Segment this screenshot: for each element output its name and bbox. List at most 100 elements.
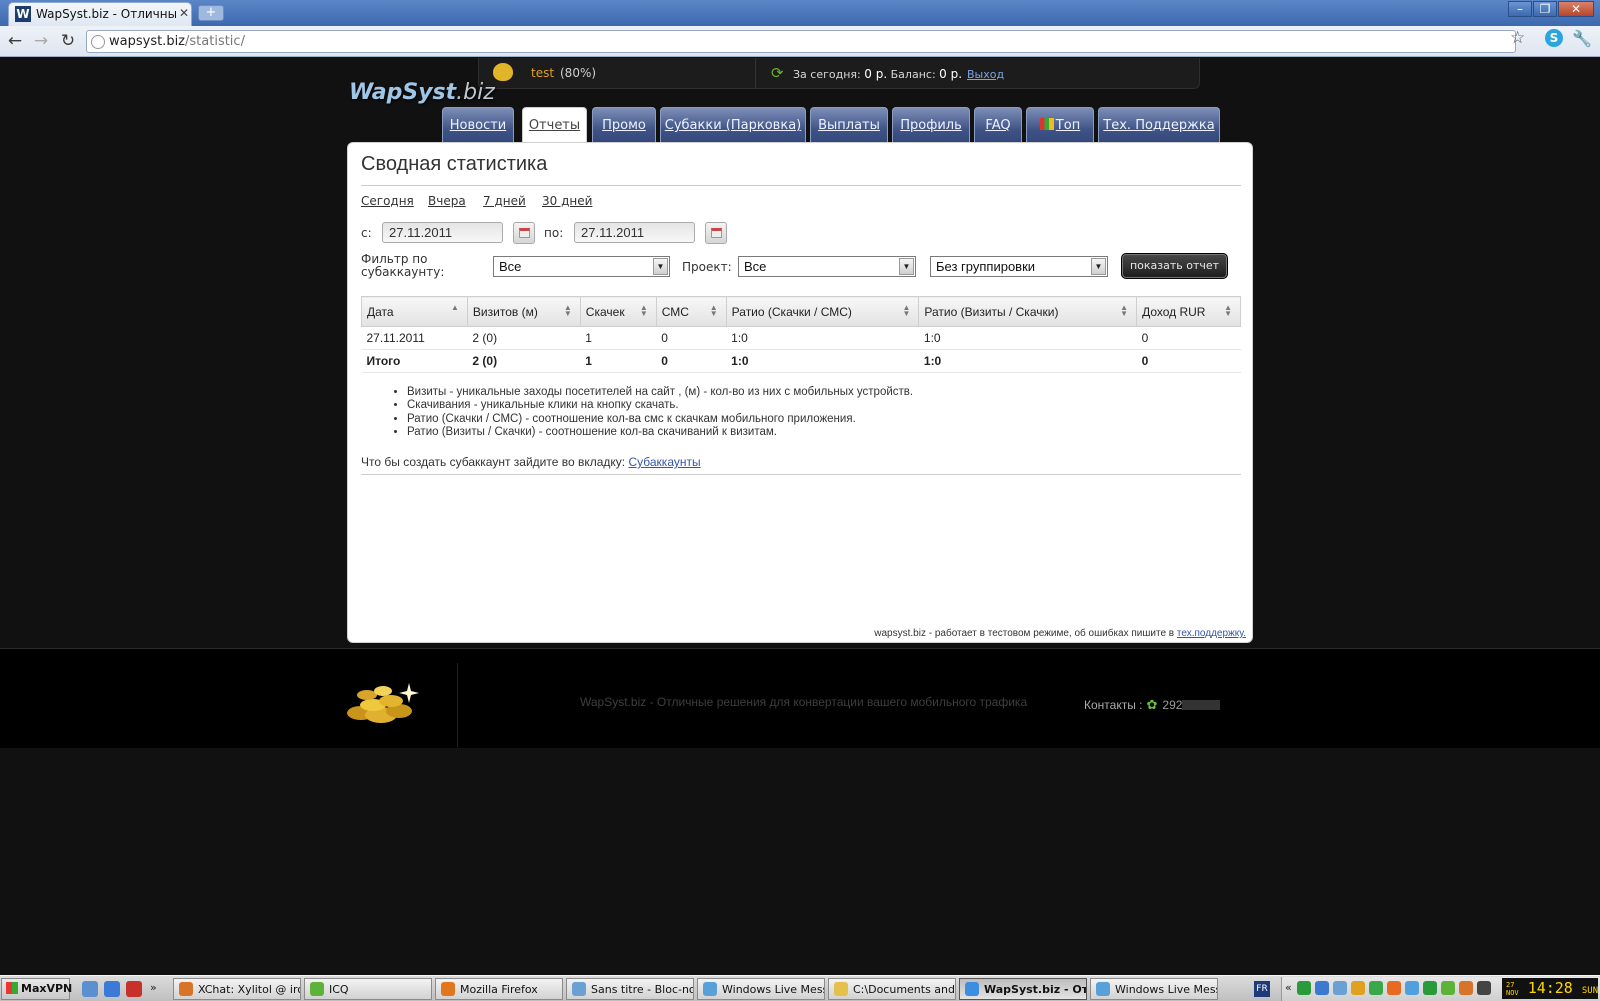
tray-skype-icon[interactable]: [1369, 981, 1383, 995]
total-income: 0: [1136, 349, 1241, 373]
tab-payouts[interactable]: Выплаты: [810, 107, 888, 144]
clock-day: 27: [1506, 980, 1515, 989]
task-label: Windows Live Mess...: [722, 983, 824, 996]
language-indicator[interactable]: FR: [1254, 981, 1270, 997]
to-calendar-button[interactable]: [705, 222, 727, 244]
tray-app-icon[interactable]: [1387, 981, 1401, 995]
header-label: Доход RUR: [1142, 304, 1206, 319]
taskbar-item[interactable]: XChat: Xylitol @ irc....: [173, 978, 301, 1000]
support-link[interactable]: тех.поддержку.: [1177, 628, 1246, 639]
userbar-divider: [755, 58, 756, 89]
browser-tab[interactable]: W WapSyst.biz - Отличные реш ✕: [8, 2, 192, 26]
close-window-button[interactable]: ✕: [1558, 1, 1594, 17]
subaccount-filter-select[interactable]: Все ▼: [493, 256, 670, 277]
tray-app-icon[interactable]: [1423, 981, 1437, 995]
tab-subaccounts[interactable]: Субакки (Парковка): [660, 107, 806, 144]
period-30days-link[interactable]: 30 дней: [542, 194, 592, 208]
column-header-sms[interactable]: СМС ▲ ▼: [655, 296, 727, 327]
tab-support[interactable]: Тех. Поддержка: [1098, 107, 1220, 144]
os-taskbar: MaxVPN » XChat: Xylitol @ irc.... ICQ Mo…: [0, 975, 1600, 1001]
tray-utorrent-icon[interactable]: [1297, 981, 1311, 995]
wrench-menu-icon[interactable]: 🔧: [1572, 29, 1592, 48]
from-date-input[interactable]: 27.11.2011: [382, 222, 503, 243]
tab-faq[interactable]: FAQ: [974, 107, 1022, 144]
sort-icon: ▲ ▼: [1120, 303, 1129, 318]
quicklaunch-filezilla-icon[interactable]: [126, 981, 142, 997]
tab-close-icon[interactable]: ✕: [179, 6, 189, 20]
taskbar-item[interactable]: Windows Live Mess...: [1090, 978, 1218, 1000]
taskbar-item[interactable]: C:\Documents and ...: [828, 978, 956, 1000]
user-info-bar: test (80%) ⟳ За сегодня: 0 р. Баланс: 0 …: [478, 58, 1200, 89]
sort-asc-icon: ▲: [451, 303, 459, 312]
task-label: WapSyst.biz - От...: [984, 983, 1087, 996]
chevron-down-icon: ▼: [1091, 258, 1106, 275]
sort-icon: ▲ ▼: [639, 303, 648, 318]
chevron-down-icon: ▼: [653, 258, 668, 275]
reload-icon[interactable]: ↻: [57, 31, 79, 53]
tab-promo[interactable]: Промо: [592, 107, 656, 144]
tray-app-icon[interactable]: [1477, 981, 1491, 995]
to-date-input[interactable]: 27.11.2011: [574, 222, 695, 243]
taskbar-item[interactable]: Sans titre - Bloc-notes: [566, 978, 694, 1000]
grouping-select[interactable]: Без группировки ▼: [930, 256, 1108, 277]
taskbar-item[interactable]: Windows Live Mess...: [697, 978, 825, 1000]
tray-icq-icon[interactable]: [1441, 981, 1455, 995]
tab-profile[interactable]: Профиль: [892, 107, 970, 144]
refresh-balance-icon[interactable]: ⟳: [771, 64, 784, 82]
username[interactable]: test: [531, 66, 554, 80]
period-today-link[interactable]: Сегодня: [361, 194, 414, 208]
header-label: Ратио (Скачки / СМС): [731, 304, 852, 319]
tray-network-icon[interactable]: [1315, 981, 1329, 995]
column-header-income[interactable]: Доход RUR ▲ ▼: [1136, 296, 1241, 327]
quicklaunch-ie-icon[interactable]: [82, 981, 98, 997]
column-header-ratio-visits-downloads[interactable]: Ратио (Визиты / Скачки) ▲ ▼: [918, 296, 1138, 327]
tab-top[interactable]: Топ: [1026, 107, 1094, 144]
back-arrow-icon[interactable]: ←: [4, 31, 26, 53]
period-yesterday-link[interactable]: Вчера: [428, 194, 466, 208]
skype-extension-icon[interactable]: S: [1545, 29, 1563, 47]
tab-news[interactable]: Новости: [442, 107, 514, 144]
project-label: Проект:: [682, 260, 732, 274]
show-report-button[interactable]: показать отчет: [1121, 253, 1228, 279]
start-button[interactable]: MaxVPN: [1, 978, 72, 1000]
folder-icon: [834, 982, 848, 996]
quicklaunch-more-icon[interactable]: »: [150, 981, 160, 997]
quicklaunch-browser-icon[interactable]: [104, 981, 120, 997]
user-percent: (80%): [560, 66, 597, 80]
tray-messenger-icon[interactable]: [1351, 981, 1365, 995]
subaccounts-link[interactable]: Субаккаунты: [628, 455, 700, 469]
tray-app-icon[interactable]: [1405, 981, 1419, 995]
taskbar-item[interactable]: ICQ: [304, 978, 432, 1000]
project-select[interactable]: Все ▼: [738, 256, 916, 277]
top-chart-icon: [1039, 118, 1054, 130]
bookmark-star-icon[interactable]: ☆: [1510, 28, 1525, 48]
period-7days-link[interactable]: 7 дней: [483, 194, 526, 208]
cell-visits: 2 (0): [467, 326, 581, 350]
column-header-visits[interactable]: Визитов (м) ▲ ▼: [466, 296, 581, 327]
subaccount-note: Что бы создать субаккаунт зайдите во вкл…: [361, 455, 701, 469]
maximize-button[interactable]: ❐: [1533, 1, 1557, 17]
clock-weekday: SUN: [1581, 986, 1599, 996]
sort-icon: ▲ ▼: [563, 303, 572, 318]
minimize-button[interactable]: –: [1508, 1, 1532, 17]
tray-clock[interactable]: 27 NOV 14:28 SUN: [1502, 978, 1598, 999]
new-tab-button[interactable]: +: [198, 5, 224, 21]
site-logo[interactable]: WapSyst.biz: [349, 80, 495, 105]
taskbar-item[interactable]: Mozilla Firefox: [435, 978, 563, 1000]
taskbar-item-active[interactable]: WapSyst.biz - От...: [959, 978, 1087, 1000]
column-header-downloads[interactable]: Скачек ▲ ▼: [579, 296, 657, 327]
column-header-date[interactable]: Дата ▲: [361, 296, 468, 327]
logout-link[interactable]: Выход: [967, 68, 1004, 81]
test-mode-note: wapsyst.biz - работает в тестовом режиме…: [874, 628, 1246, 639]
forward-arrow-icon[interactable]: →: [30, 31, 52, 53]
total-downloads: 1: [580, 349, 657, 373]
column-header-ratio-downloads-sms[interactable]: Ратио (Скачки / СМС) ▲ ▼: [725, 296, 920, 327]
tab-reports[interactable]: Отчеты: [522, 107, 587, 144]
cell-date: 27.11.2011: [361, 326, 468, 350]
tray-app-icon[interactable]: [1333, 981, 1347, 995]
tray-expand-icon[interactable]: «: [1285, 981, 1292, 994]
address-bar[interactable]: wapsyst.biz/statistic/: [86, 30, 1516, 53]
tray-xchat-icon[interactable]: [1459, 981, 1473, 995]
url-text[interactable]: wapsyst.biz/statistic/: [109, 34, 245, 49]
from-calendar-button[interactable]: [513, 222, 535, 244]
